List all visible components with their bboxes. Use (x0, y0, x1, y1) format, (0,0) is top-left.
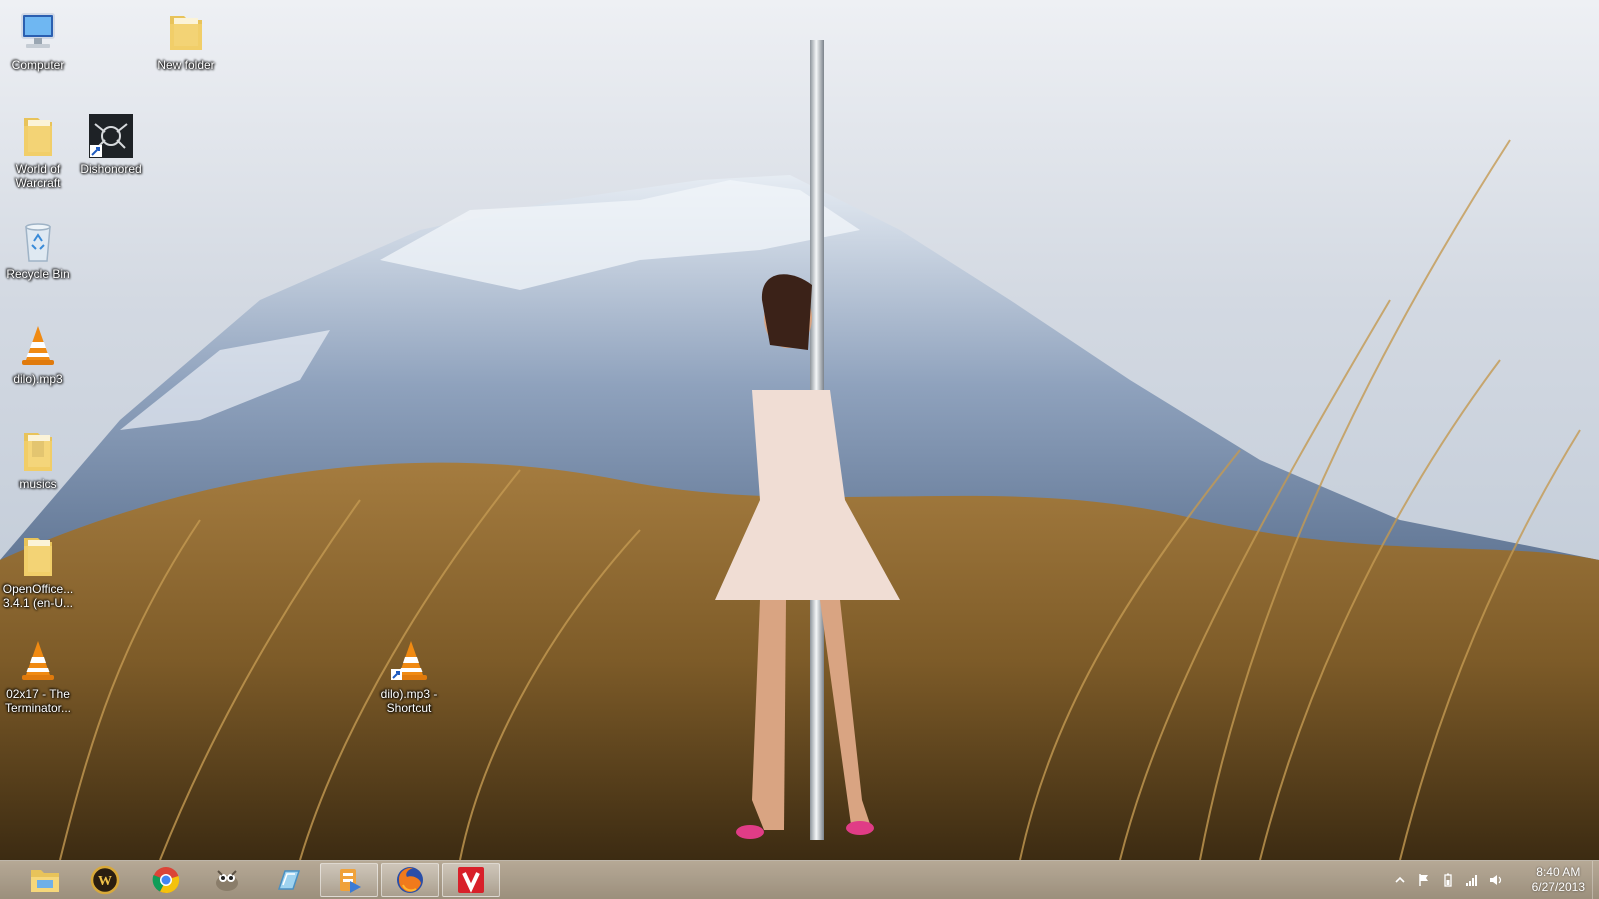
speaker-icon[interactable] (1489, 873, 1503, 887)
taskbar-v-app[interactable] (442, 863, 500, 897)
taskbar-media-player[interactable] (320, 863, 378, 897)
desktop-icon-label: World of Warcraft (15, 162, 61, 190)
recycle-bin-icon (25, 223, 51, 262)
desktop-icon-label: New folder (157, 58, 215, 72)
taskbar-google-chrome[interactable] (137, 863, 195, 897)
desktop-icon-label: dilo).mp3 - Shortcut (380, 687, 438, 715)
svg-text:W: W (98, 874, 112, 889)
taskbar-blue-app[interactable] (259, 863, 317, 897)
chevron-up-icon[interactable] (1393, 873, 1407, 887)
media-icon (340, 869, 361, 893)
battery-icon[interactable] (1441, 873, 1455, 887)
desktop-icon-musics[interactable]: musics (2, 427, 74, 491)
app-icon (277, 870, 301, 890)
desktop-icon-computer[interactable]: Computer (2, 8, 74, 72)
desktop-icon-new-folder[interactable]: New folder (150, 8, 222, 72)
vlc-media-icon (22, 641, 54, 680)
computer-icon (21, 13, 55, 48)
firefox-icon (397, 867, 423, 893)
flag-icon[interactable] (1417, 873, 1431, 887)
vlc-shortcut-icon (391, 641, 427, 680)
taskbar-file-explorer[interactable] (16, 863, 74, 897)
wow-icon: W (90, 865, 120, 895)
desktop: Computer New folder World of Warcraft Di… (0, 0, 1599, 899)
taskbar-firefox[interactable] (381, 863, 439, 897)
folder-icon (24, 538, 52, 576)
desktop-icon-label: dilo).mp3 (13, 372, 63, 386)
taskbar-world-of-warcraft[interactable]: W (76, 863, 134, 897)
folder-icon (31, 870, 59, 892)
desktop-icon-label: Recycle Bin (6, 267, 70, 281)
desktop-icons: Computer New folder World of Warcraft Di… (0, 0, 1599, 860)
desktop-icon-dilo-mp3[interactable]: dilo).mp3 (2, 322, 74, 386)
taskbar: W 8:40 AM 6/27/2013 (0, 860, 1599, 899)
desktop-icon-dilo-shortcut[interactable]: dilo).mp3 - Shortcut (373, 637, 445, 715)
desktop-icon-label: Dishonored (80, 162, 142, 176)
game-shortcut-icon (89, 114, 133, 158)
desktop-icon-label: musics (19, 477, 57, 491)
vlc-media-icon (22, 326, 54, 365)
folder-icon (24, 433, 52, 471)
desktop-icon-world-of-warcraft[interactable]: World of Warcraft (2, 112, 74, 190)
clock-time: 8:40 AM (1536, 865, 1581, 879)
desktop-icon-recycle-bin[interactable]: Recycle Bin (2, 217, 74, 281)
signal-icon[interactable] (1465, 873, 1479, 887)
taskbar-gimp[interactable] (198, 863, 256, 897)
folder-icon (170, 16, 202, 50)
folder-icon (24, 118, 52, 156)
chrome-icon (152, 867, 180, 894)
clock[interactable]: 8:40 AM 6/27/2013 (1532, 865, 1585, 895)
desktop-icon-label: Computer (11, 58, 65, 72)
desktop-icon-dishonored[interactable]: Dishonored (75, 112, 147, 176)
desktop-icon-label: OpenOffice... 3.4.1 (en-U... (2, 582, 74, 610)
v-icon (458, 867, 484, 893)
desktop-icon-terminator[interactable]: 02x17 - The Terminator... (2, 637, 74, 715)
desktop-icon-label: 02x17 - The Terminator... (4, 687, 72, 715)
show-desktop-button[interactable] (1592, 861, 1599, 899)
system-tray: 8:40 AM 6/27/2013 (1379, 861, 1599, 899)
desktop-icon-openoffice[interactable]: OpenOffice... 3.4.1 (en-U... (2, 532, 74, 610)
gimp-icon (216, 870, 238, 891)
clock-date: 6/27/2013 (1531, 880, 1585, 894)
